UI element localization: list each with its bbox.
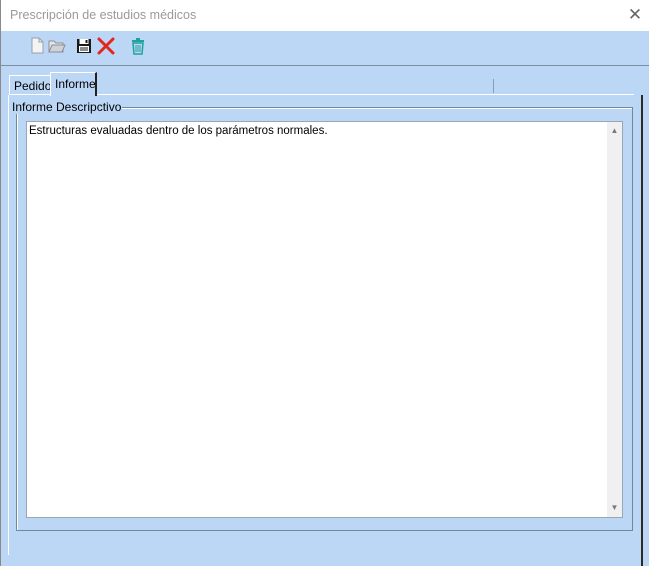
new-document-icon[interactable]: [28, 36, 48, 56]
informe-textarea[interactable]: Estructuras evaluadas dentro de los pará…: [26, 121, 623, 518]
window-title: Prescripción de estudios médicos: [10, 8, 197, 22]
trash-icon[interactable]: [128, 36, 148, 56]
save-icon[interactable]: [74, 36, 94, 56]
tab-informe[interactable]: Informe: [50, 72, 97, 96]
close-icon[interactable]: ✕: [623, 3, 647, 27]
tab-separator: [493, 79, 494, 93]
open-folder-icon[interactable]: [47, 36, 67, 56]
scroll-down-icon[interactable]: ▼: [610, 503, 619, 512]
delete-icon[interactable]: [96, 36, 116, 56]
tab-control: Pedido Informe Informe Descripctivo Estr…: [1, 66, 649, 566]
panel-right-border: [641, 95, 643, 566]
toolbar: [1, 31, 649, 66]
vertical-scrollbar[interactable]: ▲ ▼: [607, 122, 622, 517]
informe-group-label: Informe Descripctivo: [11, 100, 123, 114]
tab-pedido[interactable]: Pedido: [9, 75, 51, 95]
title-bar: Prescripción de estudios médicos ✕: [1, 0, 650, 31]
scroll-up-icon[interactable]: ▲: [610, 126, 619, 135]
dialog-window: Prescripción de estudios médicos ✕ Pedid…: [0, 0, 650, 566]
informe-text: Estructuras evaluadas dentro de los pará…: [29, 125, 328, 137]
